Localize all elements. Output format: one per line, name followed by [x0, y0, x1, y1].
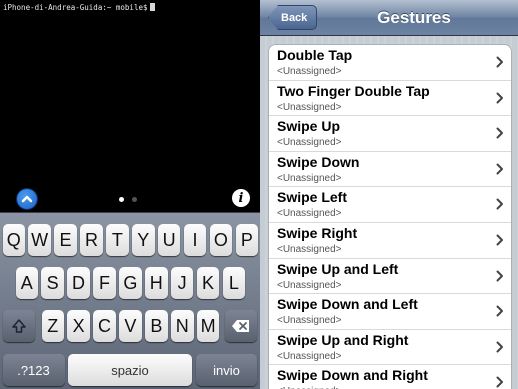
gesture-row[interactable]: Swipe Down <Unassigned> [269, 151, 511, 188]
key-i[interactable]: I [183, 224, 207, 256]
gesture-assignment: <Unassigned> [277, 350, 342, 362]
page-dot [132, 197, 137, 202]
chevron-right-icon [496, 234, 503, 246]
chevron-right-icon [496, 376, 503, 388]
gesture-assignment: <Unassigned> [277, 279, 342, 291]
key-e[interactable]: E [54, 224, 77, 256]
key-k[interactable]: K [196, 267, 220, 299]
chevron-right-icon [496, 127, 503, 139]
gesture-row[interactable]: Swipe Up and Left <Unassigned> [269, 258, 511, 295]
numbers-key[interactable]: .?123 [2, 354, 65, 386]
key-u[interactable]: U [157, 224, 181, 256]
key-a[interactable]: A [15, 267, 38, 299]
key-x[interactable]: X [67, 310, 90, 342]
gesture-name: Swipe Left [277, 189, 348, 206]
chevron-up-icon [21, 195, 33, 203]
gesture-assignment: <Unassigned> [277, 137, 342, 149]
gestures-list: Double Tap <Unassigned> Two Finger Double … [268, 44, 512, 389]
space-key[interactable]: spazio [68, 354, 192, 386]
back-button[interactable]: Back [268, 5, 318, 30]
chevron-right-icon [496, 305, 503, 317]
key-m[interactable]: M [196, 310, 220, 342]
terminal-prompt-line: iPhone-di-Andrea-Guida:~ mobile$ [3, 3, 155, 12]
key-h[interactable]: H [145, 267, 168, 299]
gesture-assignment: <Unassigned> [277, 101, 342, 113]
gesture-row[interactable]: Swipe Up <Unassigned> [269, 116, 511, 152]
gesture-row[interactable]: Two Finger Double Tap <Unassigned> [269, 80, 511, 117]
gesture-row[interactable]: Swipe Down and Left <Unassigned> [269, 294, 511, 330]
chevron-right-icon [496, 56, 503, 68]
chevron-up-button[interactable] [17, 189, 37, 209]
key-p[interactable]: P [235, 224, 259, 256]
gesture-assignment: <Unassigned> [277, 315, 342, 327]
key-f[interactable]: F [93, 267, 116, 299]
key-g[interactable]: G [119, 267, 142, 299]
gesture-name: Swipe Right [277, 224, 358, 241]
key-t[interactable]: T [106, 224, 129, 256]
key-d[interactable]: D [67, 267, 90, 299]
gesture-assignment: <Unassigned> [277, 243, 342, 255]
gesture-name: Swipe Up and Left [277, 260, 399, 277]
navigation-bar: Back Gestures [260, 0, 518, 36]
gesture-name: Swipe Down and Right [277, 367, 428, 384]
gesture-row[interactable]: Double Tap <Unassigned> [269, 45, 511, 81]
shift-key[interactable] [2, 310, 35, 342]
chevron-right-icon [496, 270, 503, 282]
gesture-row[interactable]: Swipe Right <Unassigned> [269, 222, 511, 259]
key-o[interactable]: O [209, 224, 233, 256]
info-icon: i [238, 190, 244, 206]
return-key[interactable]: invio [196, 354, 257, 386]
key-s[interactable]: S [41, 267, 64, 299]
chevron-right-icon [496, 92, 503, 104]
terminal-prompt: iPhone-di-Andrea-Guida:~ mobile$ [3, 3, 148, 12]
terminal-cursor [149, 3, 155, 11]
key-j[interactable]: J [170, 267, 194, 299]
delete-key[interactable] [225, 310, 257, 342]
chevron-right-icon [496, 341, 503, 353]
shift-icon [11, 319, 26, 333]
page-dot [119, 197, 124, 202]
info-button[interactable]: i [232, 189, 250, 207]
chevron-right-icon [496, 163, 503, 175]
gesture-assignment: <Unassigned> [277, 172, 342, 184]
gesture-name: Double Tap [277, 47, 353, 63]
chevron-right-icon [496, 198, 503, 210]
key-q[interactable]: Q [2, 224, 25, 256]
key-l[interactable]: L [222, 267, 246, 299]
key-r[interactable]: R [80, 224, 103, 256]
gesture-row[interactable]: Swipe Left <Unassigned> [269, 187, 511, 223]
key-b[interactable]: B [145, 310, 168, 342]
delete-icon [232, 320, 249, 332]
key-w[interactable]: W [28, 224, 51, 256]
terminal-screen[interactable]: iPhone-di-Andrea-Guida:~ mobile$ [0, 0, 260, 212]
gesture-name: Swipe Down [277, 153, 360, 170]
terminal-panel: iPhone-di-Andrea-Guida:~ mobile$ i QWERT… [0, 0, 260, 389]
gesture-name: Swipe Down and Left [277, 296, 418, 313]
page-title: Gestures [377, 8, 451, 27]
page-indicator[interactable] [119, 197, 137, 202]
keyboard: Q W E R T Y U I O P A S D F G H J K L Z X C V B N M .?123 spazio inv… [0, 212, 260, 389]
gesture-name: Two Finger Double Tap [277, 82, 430, 99]
gesture-assignment: <Unassigned> [277, 66, 342, 77]
key-c[interactable]: C [93, 310, 116, 342]
key-z[interactable]: Z [41, 310, 64, 342]
gesture-assignment: <Unassigned> [277, 208, 342, 220]
gesture-name: Swipe Up and Right [277, 331, 409, 348]
gesture-row[interactable]: Swipe Down and Right<Unassigned> [269, 365, 511, 389]
key-n[interactable]: N [171, 310, 194, 342]
gesture-name: Swipe Up [277, 118, 341, 135]
gestures-panel: Back Gestures Double Tap <Unassigned> Two … [260, 0, 518, 389]
key-y[interactable]: Y [132, 224, 155, 256]
key-v[interactable]: V [119, 310, 142, 342]
gesture-row[interactable]: Swipe Up and Right <Unassigned> [269, 329, 511, 366]
